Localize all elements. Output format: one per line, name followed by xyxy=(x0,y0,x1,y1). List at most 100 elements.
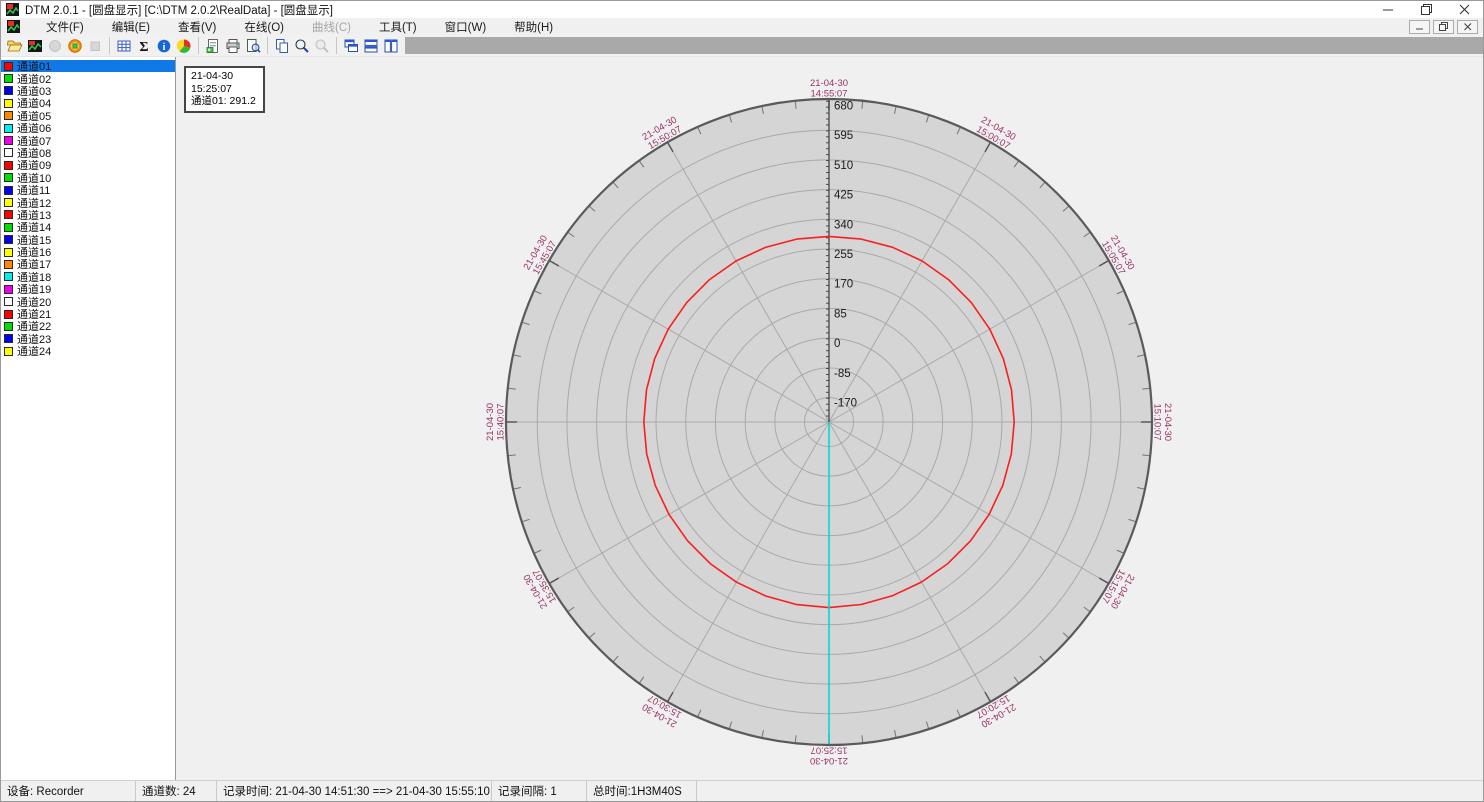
time-label-date: 21-04-30 xyxy=(485,403,496,441)
polar-chart[interactable]: 680595510425340255170850-85-17021-04-301… xyxy=(176,57,1483,780)
channel-color-swatch xyxy=(4,161,13,170)
channel-label: 通道24 xyxy=(17,343,51,359)
menu-item-2[interactable]: 编辑(E) xyxy=(98,18,164,36)
chart-client-area[interactable]: 680595510425340255170850-85-17021-04-301… xyxy=(176,57,1483,780)
channel-color-swatch xyxy=(4,334,13,343)
channel-color-swatch xyxy=(4,186,13,195)
tile-vertical-icon[interactable] xyxy=(381,36,401,56)
cascade-windows-icon[interactable] xyxy=(341,36,361,56)
status-field-empty xyxy=(697,781,1483,801)
axis-value-label: 680 xyxy=(834,101,853,113)
minimize-button[interactable] xyxy=(1369,1,1407,18)
mdi-restore-button[interactable] xyxy=(1433,20,1454,34)
channel-color-swatch xyxy=(4,124,13,133)
menu-item-3[interactable]: 查看(V) xyxy=(164,18,230,36)
channel-color-swatch xyxy=(4,297,13,306)
channel-color-swatch xyxy=(4,210,13,219)
zoom-out-icon[interactable] xyxy=(312,36,332,56)
channel-color-swatch xyxy=(4,62,13,71)
axis-value-label: 425 xyxy=(834,190,853,202)
time-label-date: 21-04-30 xyxy=(1162,403,1173,441)
record-stop-icon[interactable] xyxy=(85,36,105,56)
time-label-time: 15:10:07 xyxy=(1152,404,1163,441)
channel-color-swatch xyxy=(4,272,13,281)
channel-color-swatch xyxy=(4,285,13,294)
copy-icon[interactable] xyxy=(272,36,292,56)
channel-color-swatch xyxy=(4,136,13,145)
mdi-child-icon[interactable] xyxy=(7,20,20,33)
pie-disc-view-icon[interactable] xyxy=(174,36,194,56)
svg-text:Σ: Σ xyxy=(139,40,148,54)
zoom-in-icon[interactable] xyxy=(292,36,312,56)
channel-color-swatch xyxy=(4,347,13,356)
polar-chart-group: 680595510425340255170850-85-17021-04-301… xyxy=(485,78,1173,766)
menu-item-7[interactable]: 窗口(W) xyxy=(431,18,501,36)
channel-color-swatch xyxy=(4,74,13,83)
channel-color-swatch xyxy=(4,310,13,319)
time-label-group: 21-04-3014:55:07 xyxy=(810,78,848,100)
channel-color-swatch xyxy=(4,260,13,269)
export-icon[interactable] xyxy=(203,36,223,56)
restore-button[interactable] xyxy=(1407,1,1445,18)
info-icon[interactable]: i xyxy=(154,36,174,56)
menu-item-6[interactable]: 工具(T) xyxy=(365,18,431,36)
realtime-curve-icon[interactable] xyxy=(25,36,45,56)
statistics-sigma-icon[interactable]: Σ xyxy=(134,36,154,56)
channel-color-swatch xyxy=(4,198,13,207)
axis-value-label: 170 xyxy=(834,279,853,291)
menu-item-4[interactable]: 在线(O) xyxy=(230,18,298,36)
app-logo-icon xyxy=(6,3,19,16)
axis-value-label: -170 xyxy=(834,398,857,410)
open-file-icon[interactable] xyxy=(5,36,25,56)
status-field-5: 总时间:1H3M40S xyxy=(587,781,697,801)
menu-item-5[interactable]: 曲线(C) xyxy=(298,18,365,36)
record-active-icon[interactable] xyxy=(65,36,85,56)
mdi-minimize-button[interactable] xyxy=(1409,20,1430,34)
channel-color-swatch xyxy=(4,235,13,244)
status-bar: 设备: Recorder通道数: 24记录时间: 21-04-30 14:51:… xyxy=(1,780,1483,801)
toolbar: Σ i xyxy=(1,35,1483,57)
status-field-1: 设备: Recorder xyxy=(1,781,136,801)
print-icon[interactable] xyxy=(223,36,243,56)
mdi-window-controls xyxy=(1409,20,1478,34)
tooltip-channel-value: 通道01: 291.2 xyxy=(191,95,256,108)
channel-color-swatch xyxy=(4,322,13,331)
axis-value-label: 255 xyxy=(834,249,853,261)
svg-text:i: i xyxy=(163,42,166,53)
print-preview-icon[interactable] xyxy=(243,36,263,56)
channel-color-swatch xyxy=(4,248,13,257)
main-area: 通道01通道02通道03通道04通道05通道06通道07通道08通道09通道10… xyxy=(1,57,1483,780)
value-tooltip: 21-04-30 15:25:07 通道01: 291.2 xyxy=(184,66,265,113)
time-label-date: 21-04-30 xyxy=(810,78,848,89)
menu-bar: 文件(F)编辑(E)查看(V)在线(O)曲线(C)工具(T)窗口(W)帮助(H) xyxy=(1,18,1483,35)
channel-color-swatch xyxy=(4,173,13,182)
menu-items: 文件(F)编辑(E)查看(V)在线(O)曲线(C)工具(T)窗口(W)帮助(H) xyxy=(32,18,567,36)
toolbar-separator xyxy=(267,37,268,54)
tooltip-date: 21-04-30 xyxy=(191,70,256,83)
channel-row-24[interactable]: 通道24 xyxy=(1,345,175,357)
data-table-icon[interactable] xyxy=(114,36,134,56)
axis-value-label: 85 xyxy=(834,308,847,320)
tile-horizontal-icon[interactable] xyxy=(361,36,381,56)
channel-color-swatch xyxy=(4,223,13,232)
channel-color-swatch xyxy=(4,148,13,157)
toolbar-empty-band xyxy=(405,37,1483,54)
toolbar-separator xyxy=(198,37,199,54)
app-window: DTM 2.0.1 - [圆盘显示] [C:\DTM 2.0.2\RealDat… xyxy=(0,0,1484,802)
channel-list: 通道01通道02通道03通道04通道05通道06通道07通道08通道09通道10… xyxy=(1,57,176,780)
menu-item-8[interactable]: 帮助(H) xyxy=(500,18,567,36)
time-label-time: 15:25:07 xyxy=(811,745,848,756)
menu-item-1[interactable]: 文件(F) xyxy=(32,18,98,36)
toolbar-separator xyxy=(109,37,110,54)
time-label-time: 15:40:07 xyxy=(496,404,507,441)
channel-color-swatch xyxy=(4,99,13,108)
mdi-close-button[interactable] xyxy=(1457,20,1478,34)
status-field-4: 记录间隔: 1 xyxy=(492,781,587,801)
status-field-2: 通道数: 24 xyxy=(136,781,217,801)
time-label-group: 21-04-3015:25:07 xyxy=(810,745,848,767)
close-button[interactable] xyxy=(1445,1,1483,18)
status-field-3: 记录时间: 21-04-30 14:51:30 ==> 21-04-30 15:… xyxy=(217,781,492,801)
axis-value-label: 510 xyxy=(834,160,853,172)
record-start-icon[interactable] xyxy=(45,36,65,56)
time-label-time: 14:55:07 xyxy=(811,89,848,100)
